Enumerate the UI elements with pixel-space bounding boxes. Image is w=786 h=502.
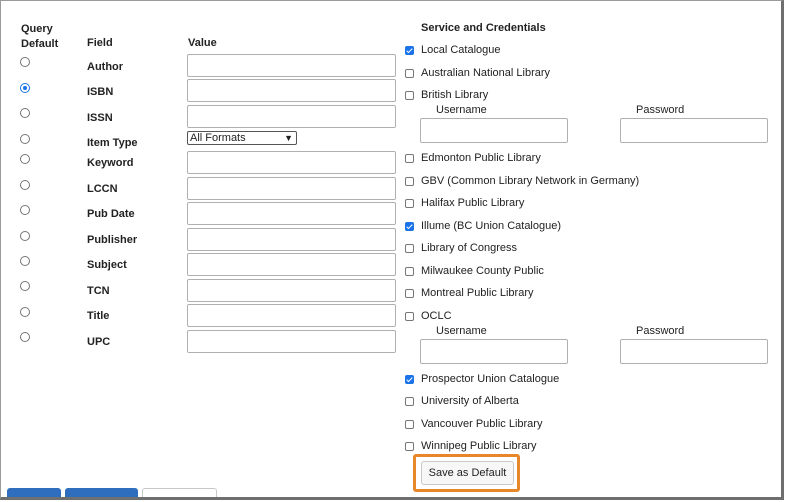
service-checkbox-library-of-congress[interactable]: [405, 244, 414, 253]
publisher-input[interactable]: [187, 228, 396, 251]
field-label-item-type: Item Type: [87, 137, 138, 149]
default-radio-pub-date[interactable]: [20, 205, 30, 215]
oclc-username-label: Username: [436, 325, 487, 337]
z3950-search-panel: Query Default Field Value Service and Cr…: [0, 0, 784, 500]
field-label-publisher: Publisher: [87, 234, 138, 246]
bottom-action-button-1[interactable]: [7, 488, 61, 497]
isbn-input[interactable]: [187, 79, 396, 102]
service-label-prospector-union-catalogue: Prospector Union Catalogue: [421, 373, 560, 385]
upc-input[interactable]: [187, 330, 396, 353]
item-type-select[interactable]: All Formats ▼: [187, 131, 297, 145]
default-radio-publisher[interactable]: [20, 231, 30, 241]
british-library-username-input[interactable]: [420, 118, 568, 143]
default-radio-issn[interactable]: [20, 108, 30, 118]
service-label-local-catalogue: Local Catalogue: [421, 44, 501, 56]
service-checkbox-gbv[interactable]: [405, 177, 414, 186]
query-default-header: Query Default: [21, 22, 58, 52]
field-label-author: Author: [87, 61, 124, 73]
service-checkbox-illume[interactable]: [405, 222, 414, 231]
save-as-default-button[interactable]: Save as Default: [421, 461, 514, 485]
field-label-issn: ISSN: [87, 112, 113, 124]
pub-date-input[interactable]: [187, 202, 396, 225]
service-label-gbv: GBV (Common Library Network in Germany): [421, 175, 640, 187]
service-label-illume: Illume (BC Union Catalogue): [421, 220, 562, 232]
service-checkbox-prospector-union-catalogue[interactable]: [405, 375, 414, 384]
default-radio-item-type[interactable]: [20, 134, 30, 144]
query-default-header-line1: Query: [21, 23, 53, 35]
field-label-tcn: TCN: [87, 285, 110, 297]
field-label-pub-date: Pub Date: [87, 208, 135, 220]
value-header: Value: [188, 37, 217, 49]
service-checkbox-british-library[interactable]: [405, 91, 414, 100]
field-label-keyword: Keyword: [87, 157, 134, 169]
service-label-vancouver-public-library: Vancouver Public Library: [421, 418, 543, 430]
tcn-input[interactable]: [187, 279, 396, 302]
service-label-montreal-public-library: Montreal Public Library: [421, 287, 534, 299]
issn-input[interactable]: [187, 105, 396, 128]
oclc-password-label: Password: [636, 325, 685, 337]
service-label-library-of-congress: Library of Congress: [421, 242, 517, 254]
default-radio-keyword[interactable]: [20, 154, 30, 164]
service-checkbox-australian-national-library[interactable]: [405, 69, 414, 78]
default-radio-title[interactable]: [20, 307, 30, 317]
subject-input[interactable]: [187, 253, 396, 276]
service-header: Service and Credentials: [421, 22, 546, 34]
service-checkbox-vancouver-public-library[interactable]: [405, 420, 414, 429]
oclc-password-input[interactable]: [620, 339, 768, 364]
service-checkbox-halifax-public-library[interactable]: [405, 199, 414, 208]
service-label-milwaukee-county-public: Milwaukee County Public: [421, 265, 544, 277]
default-radio-isbn[interactable]: [20, 83, 30, 93]
field-label-lccn: LCCN: [87, 183, 118, 195]
chevron-down-icon: ▼: [284, 133, 293, 143]
service-checkbox-edmonton-public-library[interactable]: [405, 154, 414, 163]
british-library-password-label: Password: [636, 104, 685, 116]
service-label-australian-national-library: Australian National Library: [421, 67, 551, 79]
author-input[interactable]: [187, 54, 396, 77]
service-label-british-library: British Library: [421, 89, 489, 101]
service-label-oclc: OCLC: [421, 310, 452, 322]
service-checkbox-milwaukee-county-public[interactable]: [405, 267, 414, 276]
service-label-winnipeg-public-library: Winnipeg Public Library: [421, 440, 537, 452]
field-label-isbn: ISBN: [87, 86, 114, 98]
field-header: Field: [87, 37, 113, 49]
service-label-university-of-alberta: University of Alberta: [421, 395, 519, 407]
default-radio-upc[interactable]: [20, 332, 30, 342]
service-label-edmonton-public-library: Edmonton Public Library: [421, 152, 541, 164]
save-default-highlight: Save as Default: [413, 454, 520, 492]
query-default-header-line2: Default: [21, 38, 59, 50]
service-label-halifax-public-library: Halifax Public Library: [421, 197, 525, 209]
default-radio-author[interactable]: [20, 57, 30, 67]
service-checkbox-montreal-public-library[interactable]: [405, 289, 414, 298]
service-checkbox-university-of-alberta[interactable]: [405, 397, 414, 406]
title-input[interactable]: [187, 304, 396, 327]
bottom-action-button-3[interactable]: [142, 488, 217, 497]
oclc-username-input[interactable]: [420, 339, 568, 364]
default-radio-subject[interactable]: [20, 256, 30, 266]
default-radio-tcn[interactable]: [20, 281, 30, 291]
field-label-title: Title: [87, 310, 110, 322]
item-type-select-value: All Formats: [190, 132, 246, 144]
british-library-username-label: Username: [436, 104, 487, 116]
service-checkbox-oclc[interactable]: [405, 312, 414, 321]
british-library-password-input[interactable]: [620, 118, 768, 143]
service-checkbox-winnipeg-public-library[interactable]: [405, 442, 414, 451]
bottom-action-button-2[interactable]: [65, 488, 138, 497]
keyword-input[interactable]: [187, 151, 396, 174]
field-label-upc: UPC: [87, 336, 111, 348]
field-label-subject: Subject: [87, 259, 127, 271]
default-radio-lccn[interactable]: [20, 180, 30, 190]
lccn-input[interactable]: [187, 177, 396, 200]
service-checkbox-local-catalogue[interactable]: [405, 46, 414, 55]
